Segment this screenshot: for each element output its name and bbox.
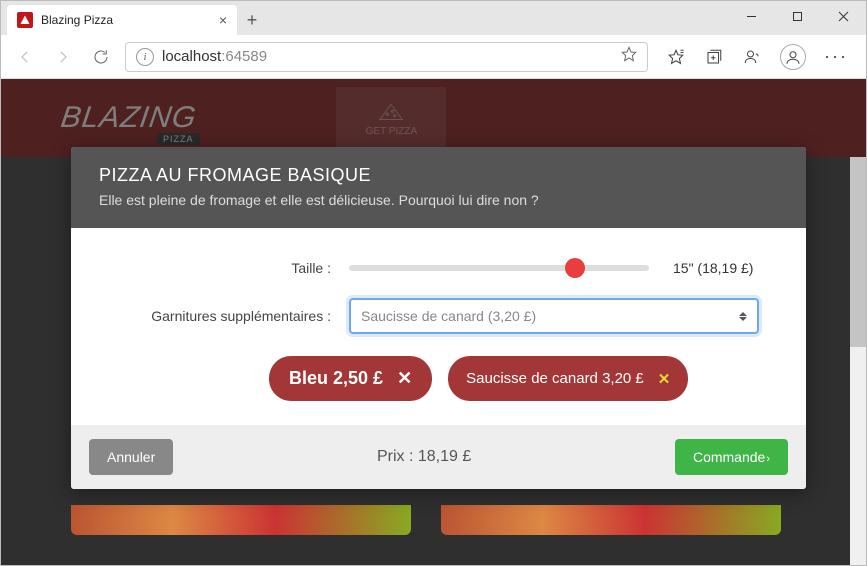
refresh-button[interactable] [87,43,115,71]
toolbar-right-icons: ··· [658,44,856,70]
close-window-button[interactable] [820,1,866,31]
chevron-right-icon: › [766,453,770,465]
vertical-scrollbar[interactable] [850,157,866,565]
maximize-button[interactable] [774,1,820,31]
cancel-button[interactable]: Annuler [89,439,173,475]
size-value: 15" (18,19 £) [673,260,753,276]
browser-tab[interactable]: Blazing Pizza × [7,5,237,35]
total-price: Prix : 18,19 £ [173,448,675,466]
pizza-favicon [17,12,33,28]
chip-label: Bleu 2,50 £ [289,368,383,389]
back-button[interactable] [11,43,39,71]
favorite-icon[interactable] [621,46,637,67]
window-controls [728,1,866,31]
toppings-select[interactable]: Saucisse de canard (3,20 £) [349,298,759,334]
customize-pizza-dialog: PIZZA AU FROMAGE BASIQUE Elle est pleine… [71,147,806,489]
dialog-body: Taille : 15" (18,19 £) Garnitures supplé… [71,228,806,425]
selected-toppings: Bleu 2,50 £ ✕ Saucisse de canard 3,20 £ … [109,356,768,401]
more-menu-icon[interactable]: ··· [824,46,848,67]
size-label: Taille : [109,260,349,276]
dialog-subtitle: Elle est pleine de fromage et elle est d… [99,192,778,208]
pizza-card-peek [71,505,411,535]
pizza-card-peek [441,505,781,535]
slider-thumb[interactable] [565,258,585,278]
order-button[interactable]: Commande› [675,439,788,475]
select-caret-icon [739,312,747,321]
dialog-title: PIZZA AU FROMAGE BASIQUE [99,165,778,186]
feedback-icon[interactable] [742,47,762,67]
remove-chip-icon[interactable]: ✕ [397,368,412,389]
profile-icon[interactable] [780,44,806,70]
browser-toolbar: i localhost:64589 ··· [1,35,866,79]
favorites-icon[interactable] [666,47,686,67]
chip-label: Saucisse de canard 3,20 £ [466,370,644,387]
scrollbar-thumb[interactable] [850,157,866,347]
url-text: localhost:64589 [162,48,613,65]
dialog-footer: Annuler Prix : 18,19 £ Commande› [71,425,806,489]
tab-close-icon[interactable]: × [219,12,227,28]
collections-icon[interactable] [704,47,724,67]
dialog-header: PIZZA AU FROMAGE BASIQUE Elle est pleine… [71,147,806,228]
size-slider[interactable] [349,265,649,271]
site-info-icon[interactable]: i [136,48,154,66]
topping-chip: Bleu 2,50 £ ✕ [269,356,432,401]
tab-strip: Blazing Pizza × + [1,1,267,35]
tab-title: Blazing Pizza [41,13,211,27]
remove-chip-icon[interactable]: ✕ [658,370,671,388]
window-titlebar: Blazing Pizza × + [1,1,866,35]
forward-button[interactable] [49,43,77,71]
minimize-button[interactable] [728,1,774,31]
address-bar[interactable]: i localhost:64589 [125,42,648,72]
size-row: Taille : 15" (18,19 £) [109,260,768,276]
toppings-row: Garnitures supplémentaires : Saucisse de… [109,298,768,334]
new-tab-button[interactable]: + [237,5,267,35]
topping-chip: Saucisse de canard 3,20 £ ✕ [448,356,688,401]
select-value: Saucisse de canard (3,20 £) [361,308,536,324]
toppings-label: Garnitures supplémentaires : [109,308,349,324]
